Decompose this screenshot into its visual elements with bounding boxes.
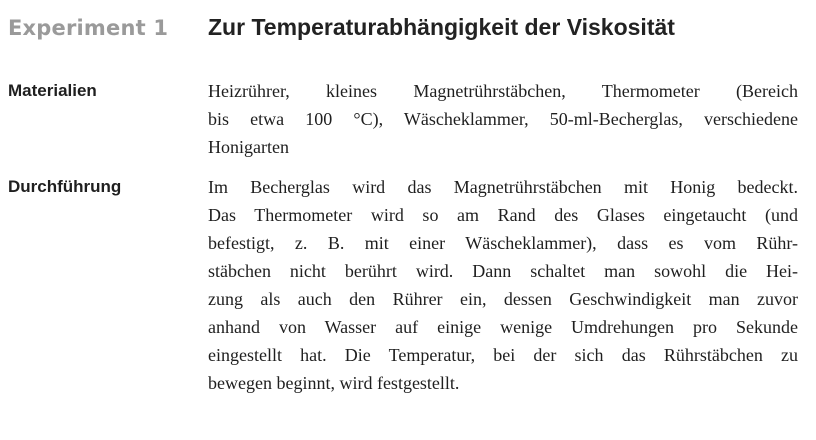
materials-section: Materialien Heizrührer, kleines Magnetrü… (8, 77, 798, 161)
text-line: Das Thermometer wird so am Rand des Glas… (208, 205, 798, 225)
procedure-label: Durchführung (8, 177, 122, 196)
text-line: bewegen beginnt, wird festgestellt. (208, 373, 460, 393)
text-line: zung als auch den Rührer ein, dessen Ges… (208, 289, 798, 309)
text-line: bis etwa 100 °C), Wäscheklammer, 50-ml-B… (208, 109, 798, 129)
text-line: befestigt, z. B. mit einer Wäscheklammer… (208, 233, 798, 253)
experiment-header: Experiment 1 Zur Temperaturabhängigkeit … (8, 14, 675, 50)
text-line: anhand von Wasser auf einige wenige Umdr… (208, 317, 798, 337)
materials-label: Materialien (8, 81, 97, 100)
text-line: Honigarten (208, 137, 289, 157)
text-line: stäbchen nicht berührt wird. Dann schalt… (208, 261, 798, 281)
procedure-section: Durchführung Im Becherglas wird das Magn… (8, 173, 798, 397)
materials-text: Heizrührer, kleines Magnetrührstäbchen, … (208, 77, 798, 161)
experiment-label: Experiment 1 (8, 16, 169, 40)
text-line: Heizrührer, kleines Magnetrührstäbchen, … (208, 81, 798, 101)
procedure-text: Im Becherglas wird das Magnetrührstäbche… (208, 173, 798, 397)
text-line: eingestellt hat. Die Temperatur, bei der… (208, 345, 798, 365)
text-line: Im Becherglas wird das Magnetrührstäbche… (208, 177, 798, 197)
experiment-title: Zur Temperaturabhängigkeit der Viskositä… (208, 14, 675, 40)
